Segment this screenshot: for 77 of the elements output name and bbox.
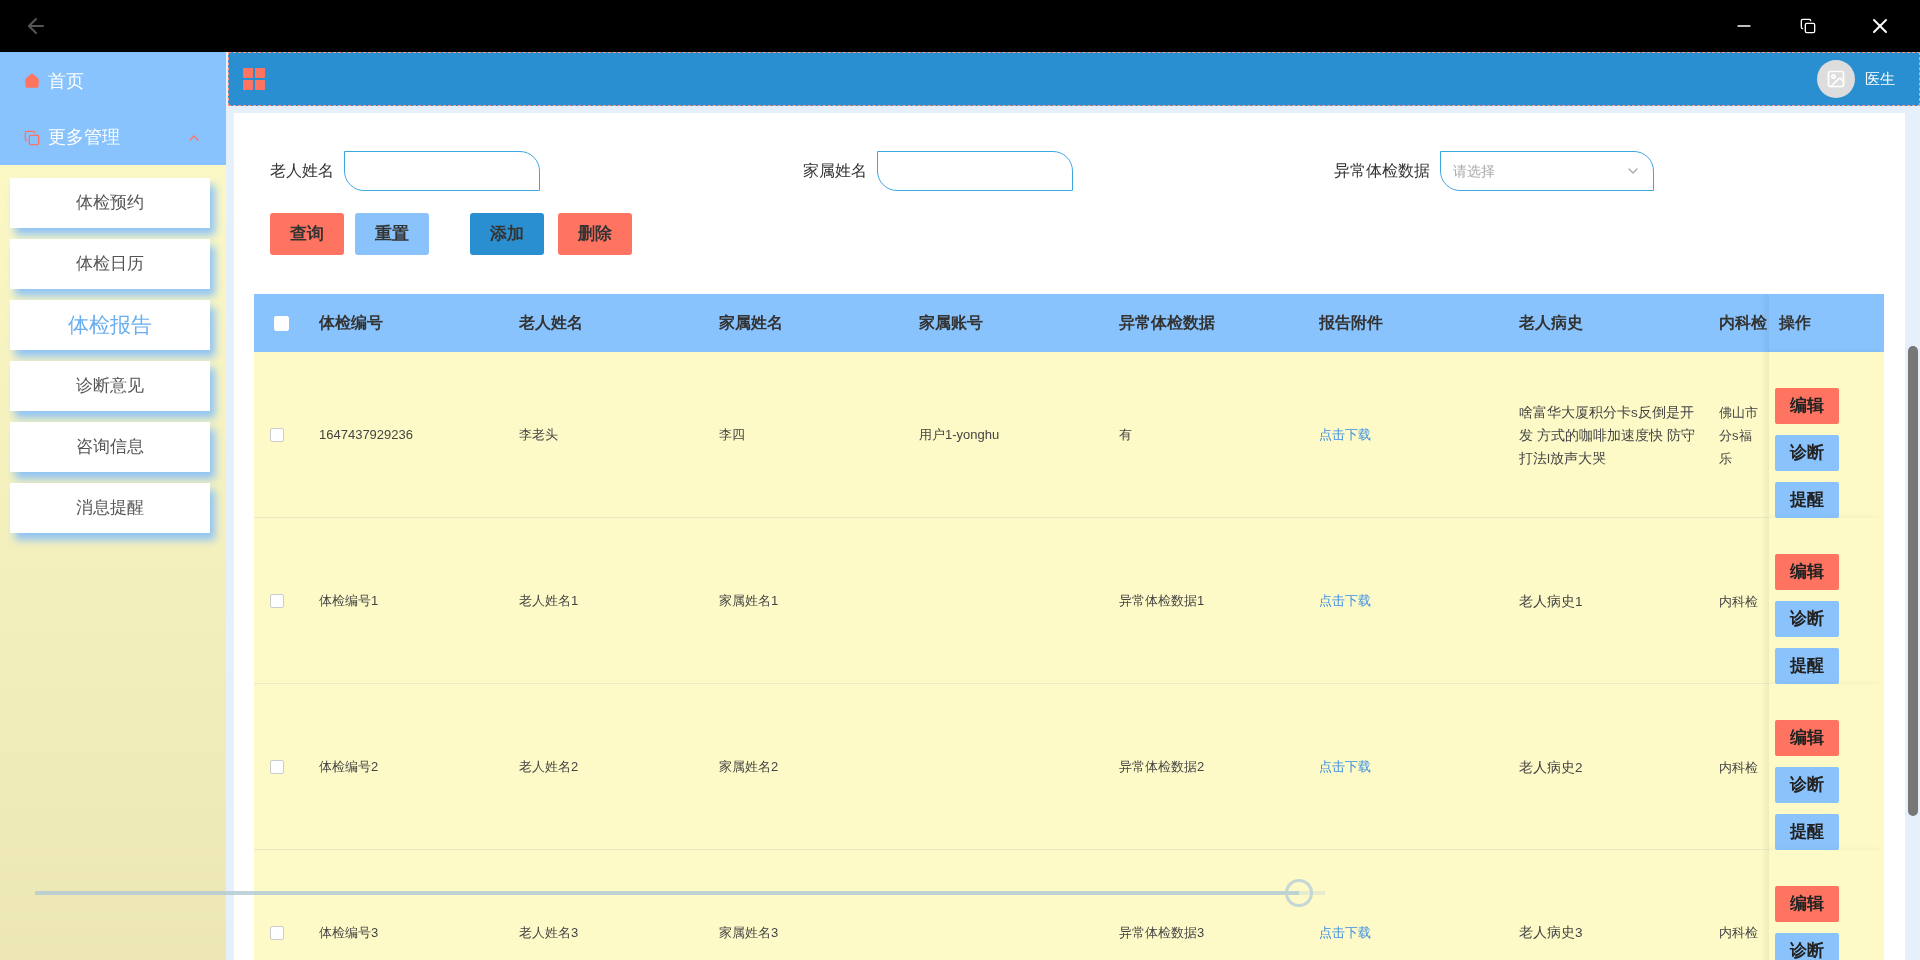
table-cell-text: 异常体检数据1 [1119, 592, 1206, 611]
copy-icon [24, 129, 40, 146]
filter-label: 异常体检数据 [1334, 161, 1430, 181]
table-cell-text: 体检编号1 [319, 592, 380, 611]
column-header: 家属姓名 [719, 313, 784, 333]
submenu-item[interactable]: 体检预约 [10, 178, 210, 228]
download-link[interactable]: 点击下载 [1319, 591, 1371, 611]
table-cell-text: 异常体检数据3 [1119, 923, 1206, 942]
slider-thumb[interactable] [1285, 879, 1314, 907]
column-header: 体检编号 [319, 313, 384, 333]
table-cell-text: 体检编号2 [319, 758, 380, 777]
table-cell-text: 内科检 [1719, 758, 1759, 777]
row-action-button[interactable]: 诊断 [1774, 933, 1839, 960]
home-icon [24, 73, 40, 89]
submenu-item[interactable]: 体检日历 [10, 239, 210, 289]
sidebar-item-label: 首页 [48, 69, 84, 93]
table-cell-text: 啥富华大厦积分卡s反倒是开发 方式的咖啡加速度快 防守打法l放声大哭 [1519, 403, 1696, 468]
download-link[interactable]: 点击下载 [1319, 922, 1371, 943]
table-cell-text: 老人病史3 [1519, 924, 1584, 942]
download-link[interactable]: 点击下载 [1319, 757, 1371, 777]
submenu-item[interactable]: 诊断意见 [10, 361, 210, 411]
column-header: 老人姓名 [519, 313, 584, 333]
column-header: 操作 [1769, 294, 1884, 352]
table-cell-text: 李四 [719, 426, 746, 445]
checkbox[interactable] [270, 594, 284, 608]
submenu-item[interactable]: 消息提醒 [10, 483, 210, 533]
filter-label: 家属姓名 [803, 161, 867, 181]
checkbox[interactable] [270, 760, 284, 774]
table-cell-text: 异常体检数据2 [1119, 758, 1206, 777]
table-cell-text: 李老头 [519, 426, 559, 445]
table-cell-text: 老人姓名2 [519, 758, 580, 777]
scrollbar-thumb[interactable] [1907, 346, 1918, 816]
action-button[interactable]: 查询 [270, 213, 344, 255]
table-cell-text: 内科检 [1719, 592, 1759, 611]
text-field[interactable] [344, 151, 540, 191]
row-action-button[interactable]: 诊断 [1774, 601, 1839, 637]
checkbox[interactable] [270, 428, 284, 442]
column-header: 异常体检数据 [1119, 313, 1216, 333]
row-action-button[interactable]: 提醒 [1774, 814, 1839, 850]
table-cell-text: 佛山市 分s福 乐 [1719, 403, 1759, 468]
row-action-button[interactable]: 编辑 [1774, 554, 1839, 590]
table-cell-text: 用户1-yonghu [919, 426, 1001, 445]
filter-label: 老人姓名 [270, 161, 334, 181]
table-cell-text: 老人姓名1 [519, 592, 580, 611]
user-name: 医生 [1865, 68, 1895, 89]
table-cell-text: 家属姓名2 [719, 758, 780, 777]
avatar[interactable] [1817, 60, 1855, 98]
sidebar-group-label: 更多管理 [48, 126, 121, 149]
column-header: 报告附件 [1319, 313, 1384, 333]
table-cell-text: 老人病史2 [1519, 758, 1584, 777]
column-header: 内科检 [1719, 313, 1768, 333]
text-field[interactable] [877, 151, 1073, 191]
row-action-button[interactable]: 编辑 [1774, 720, 1839, 756]
column-header: 老人病史 [1519, 313, 1584, 333]
row-action-button[interactable]: 编辑 [1774, 886, 1839, 922]
action-button[interactable]: 添加 [470, 213, 544, 255]
action-button[interactable]: 删除 [558, 213, 632, 255]
row-action-button[interactable]: 提醒 [1774, 482, 1839, 518]
image-icon [1826, 69, 1846, 89]
column-header: 家属账号 [919, 313, 984, 333]
download-link[interactable]: 点击下载 [1319, 425, 1371, 445]
table-cell-text: 老人病史1 [1519, 592, 1584, 611]
table-cell-text: 体检编号3 [319, 923, 380, 942]
table-cell-text: 老人姓名3 [519, 923, 580, 942]
table-cell-text: 内科检 [1719, 924, 1759, 942]
checkbox[interactable] [270, 925, 284, 940]
row-action-button[interactable]: 提醒 [1774, 648, 1839, 684]
row-action-button[interactable]: 诊断 [1774, 767, 1839, 803]
action-button[interactable]: 重置 [355, 213, 429, 255]
table-cell-text: 家属姓名3 [719, 923, 780, 942]
restore-icon[interactable] [1800, 18, 1816, 34]
row-action-button[interactable]: 编辑 [1774, 388, 1839, 424]
table-cell-text: 家属姓名1 [719, 592, 780, 611]
table-cell-text: 1647437929236 [319, 426, 414, 445]
submenu-item[interactable]: 咨询信息 [10, 422, 210, 472]
table-cell-text: 有 [1119, 426, 1133, 445]
row-action-button[interactable]: 诊断 [1774, 435, 1839, 471]
